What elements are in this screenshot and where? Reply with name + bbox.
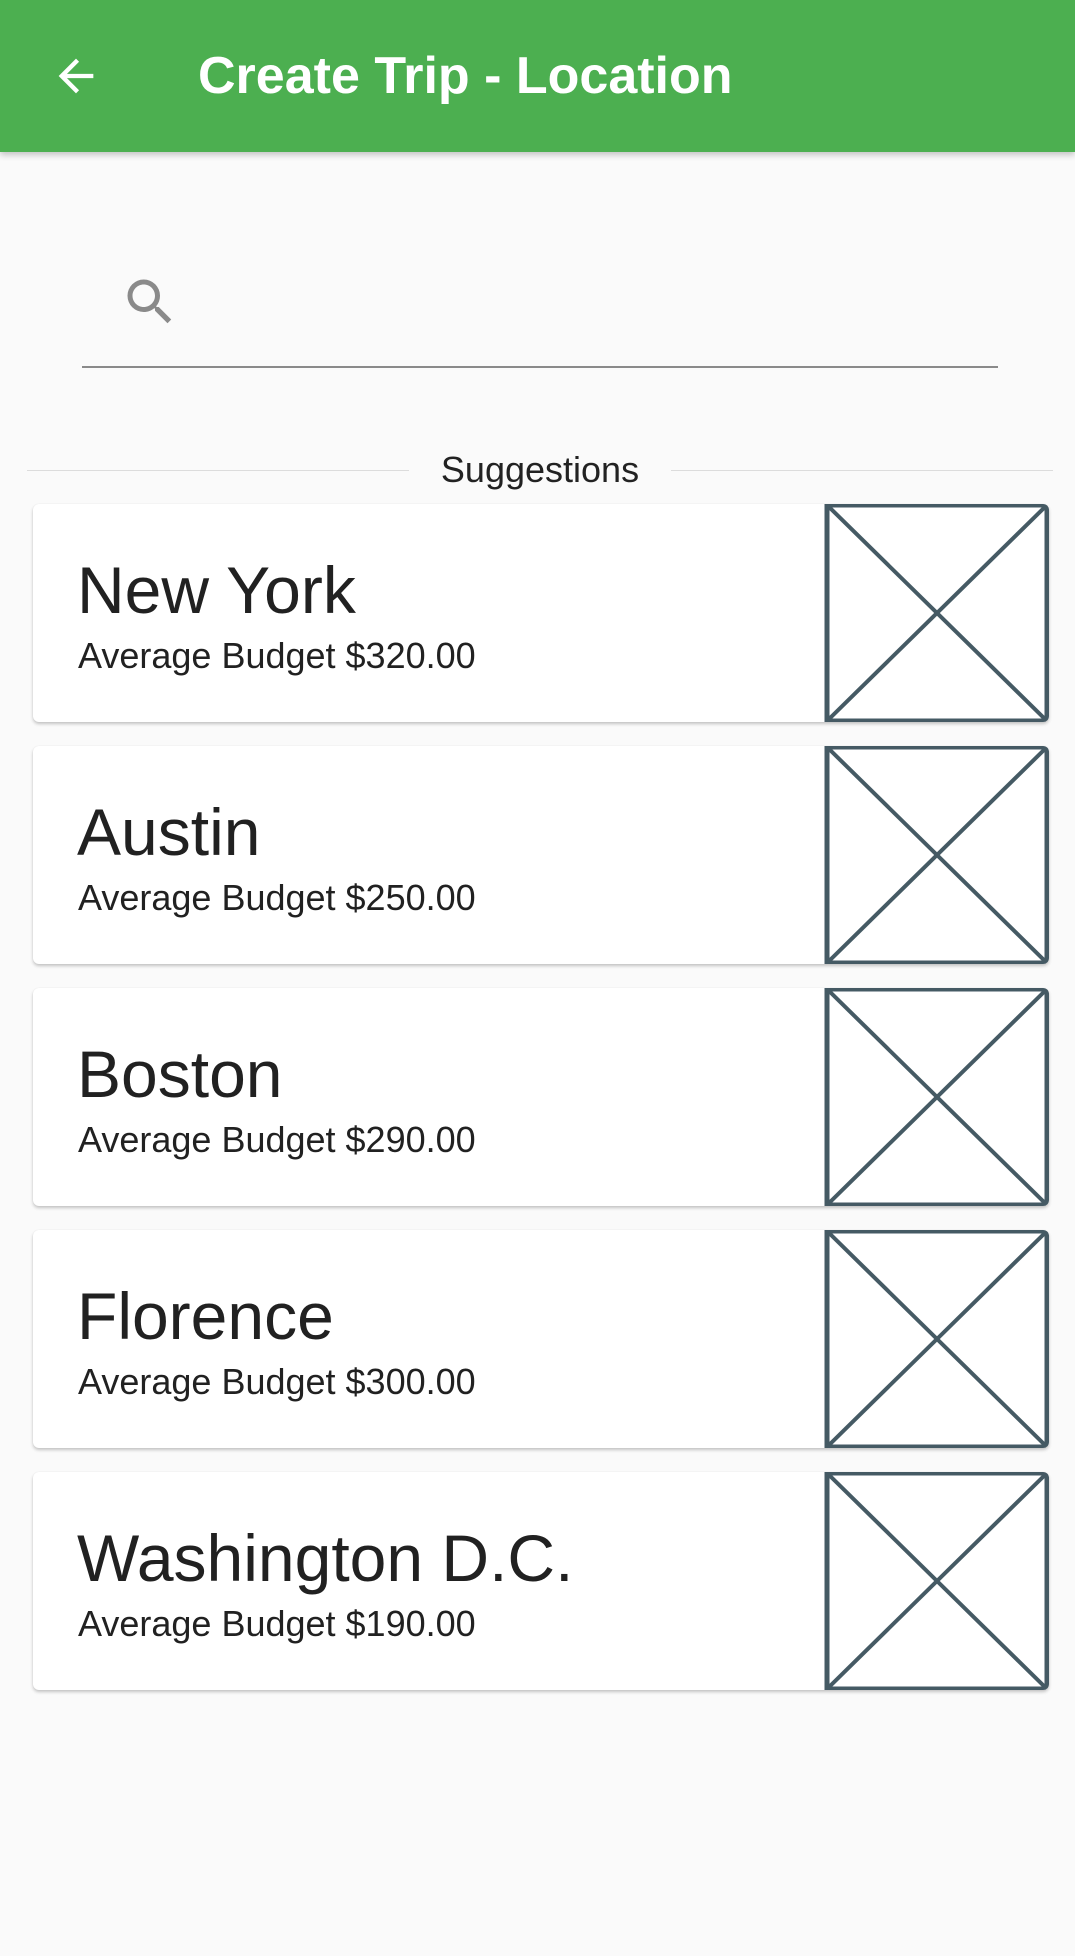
average-budget: Average Budget $300.00 <box>78 1361 476 1402</box>
image-placeholder-icon <box>824 988 1049 1206</box>
location-name: Washington D.C. <box>77 1521 574 1595</box>
back-button[interactable] <box>36 36 116 116</box>
divider-line-right <box>671 470 1053 471</box>
average-budget: Average Budget $290.00 <box>78 1119 476 1160</box>
average-budget: Average Budget $250.00 <box>78 877 476 918</box>
image-placeholder-icon <box>824 504 1049 722</box>
suggestion-card[interactable]: Boston Average Budget $290.00 <box>33 988 1049 1206</box>
search-field[interactable] <box>82 250 998 368</box>
search-input[interactable] <box>202 270 986 336</box>
suggestion-card[interactable]: Florence Average Budget $300.00 <box>33 1230 1049 1448</box>
page-title: Create Trip - Location <box>198 47 733 105</box>
image-placeholder-icon <box>824 746 1049 964</box>
image-placeholder-icon <box>824 1472 1049 1690</box>
location-name: Florence <box>77 1279 334 1353</box>
arrow-back-icon <box>58 58 94 94</box>
suggestion-card[interactable]: New York Average Budget $320.00 <box>33 504 1049 722</box>
average-budget: Average Budget $190.00 <box>78 1603 476 1644</box>
suggestions-divider: Suggestions <box>27 444 1053 496</box>
suggestion-card[interactable]: Austin Average Budget $250.00 <box>33 746 1049 964</box>
suggestion-card[interactable]: Washington D.C. Average Budget $190.00 <box>33 1472 1049 1690</box>
average-budget: Average Budget $320.00 <box>78 635 476 676</box>
app-bar: Create Trip - Location <box>0 0 1075 152</box>
location-name: Boston <box>77 1037 283 1111</box>
search-icon <box>127 279 172 324</box>
image-placeholder-icon <box>824 1230 1049 1448</box>
location-name: New York <box>77 553 356 627</box>
location-name: Austin <box>77 795 261 869</box>
